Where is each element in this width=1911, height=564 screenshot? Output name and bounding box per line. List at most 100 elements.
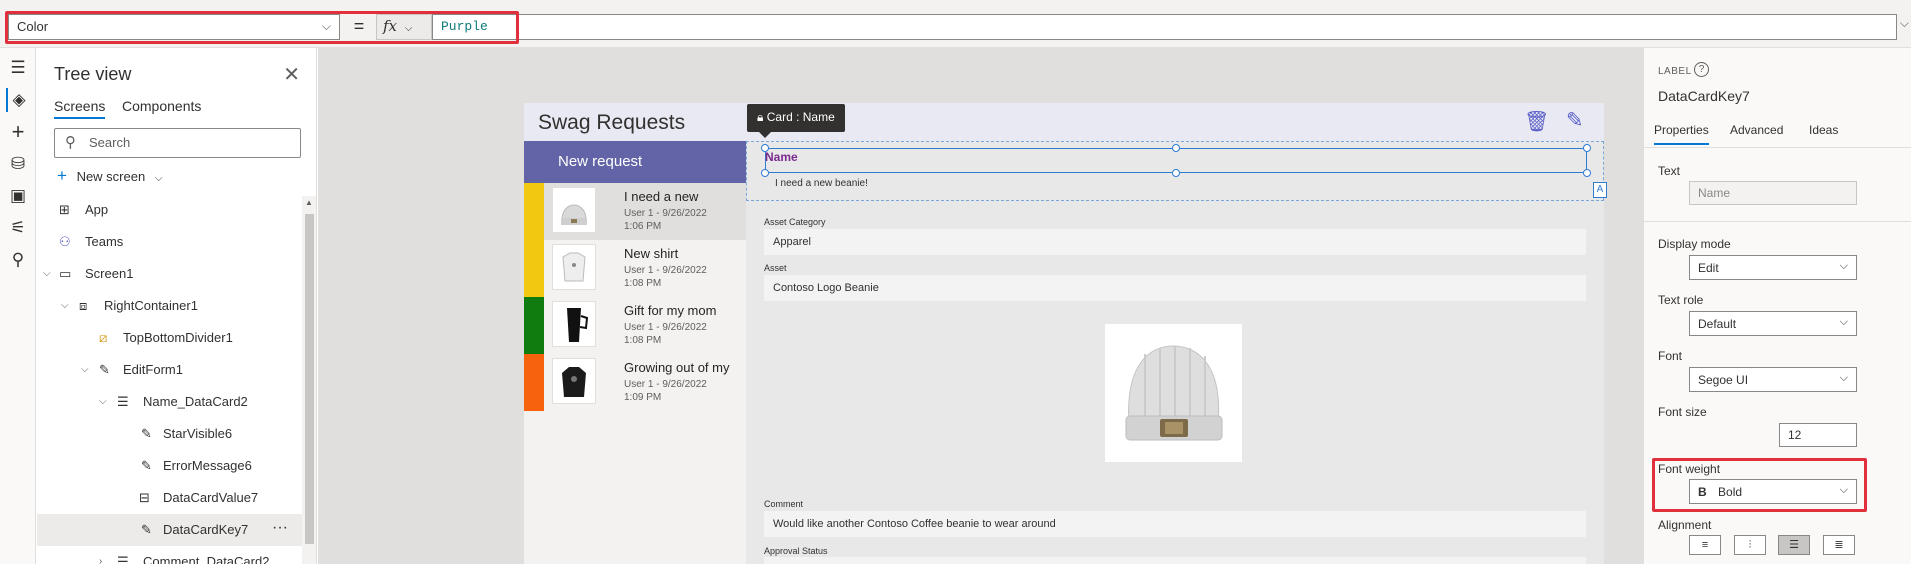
expand-formula-icon[interactable]: ⌵ [1900, 16, 1909, 31]
request-title: New shirt [624, 246, 679, 261]
display-mode-dropdown[interactable]: Edit ⌵ [1689, 255, 1857, 280]
formula-input[interactable]: Purple [432, 14, 1897, 40]
resize-handle[interactable] [1172, 169, 1180, 177]
plus-icon: + [57, 166, 67, 185]
teams-icon: ⚇ [59, 234, 71, 249]
search-icon[interactable]: ⚲ [6, 248, 30, 272]
tab-components[interactable]: Components [122, 98, 201, 114]
tree-item-label: DataCardValue7 [163, 490, 259, 505]
close-icon[interactable]: ✕ [283, 62, 300, 87]
name-value: I need a new beanie! [775, 178, 868, 189]
list-item[interactable]: Growing out of my User 1 - 9/26/2022 1:09… [524, 354, 746, 411]
label-icon: ✎ [141, 458, 152, 473]
text-input[interactable]: Name [1689, 181, 1857, 205]
tree-item-app[interactable]: ⊞ App [37, 194, 302, 226]
resize-handle[interactable] [1172, 144, 1180, 152]
chevron-down-icon[interactable]: ⌵ [43, 258, 51, 290]
insert-icon[interactable]: + [6, 120, 30, 144]
control-name[interactable]: DataCardKey7 [1658, 88, 1750, 104]
chevron-right-icon[interactable]: › [99, 546, 102, 564]
tree-item-editform1[interactable]: ⌵ ✎ EditForm1 [37, 354, 302, 386]
name-label[interactable]: Name [765, 150, 798, 164]
new-screen-button[interactable]: + New screen ⌵ [57, 166, 162, 186]
scroll-up-icon[interactable]: ▲ [305, 198, 313, 207]
app-title: Swag Requests [538, 111, 686, 134]
tree-item-datacardkey7[interactable]: ✎ DataCardKey7 ··· [37, 514, 302, 546]
tree-item-errormessage6[interactable]: ✎ ErrorMessage6 [37, 450, 302, 482]
layers-icon[interactable]: ◈ [6, 88, 30, 112]
align-justify-icon[interactable]: ☰ [1778, 535, 1810, 555]
asset-field[interactable]: Contoso Logo Beanie [764, 275, 1586, 301]
tree-item-teams[interactable]: ⚇ Teams [37, 226, 302, 258]
resize-handle[interactable] [761, 144, 769, 152]
approval-status-field[interactable] [764, 557, 1586, 564]
tree-item-name-datacard2[interactable]: ⌵ ☰ Name_DataCard2 [37, 386, 302, 418]
data-icon[interactable]: ⛁ [6, 152, 30, 176]
label-icon: ✎ [141, 522, 152, 537]
edit-icon[interactable]: ✎ [1566, 108, 1584, 133]
tree-item-label: TopBottomDivider1 [123, 330, 233, 345]
divider-icon: ⧄ [99, 330, 108, 345]
advanced-tools-icon[interactable]: ⚟ [6, 216, 30, 240]
chevron-down-icon[interactable]: ⌵ [81, 354, 89, 386]
chevron-down-icon[interactable]: ⌵ [99, 386, 107, 418]
trash-icon[interactable]: 🗑 [1524, 109, 1549, 134]
tree-scrollbar[interactable]: ▲ [302, 196, 316, 564]
font-size-input[interactable]: 12 [1779, 423, 1857, 447]
hoodie-thumbnail [552, 358, 596, 404]
text-role-value: Default [1698, 317, 1737, 331]
scroll-thumb[interactable] [305, 214, 314, 544]
app-icon: ⊞ [59, 202, 70, 217]
tree-item-screen1[interactable]: ⌵ ▭ Screen1 [37, 258, 302, 290]
edit-form: 🔒︎ Card : Name Name I need a new beanie!… [746, 104, 1607, 564]
list-item[interactable]: I need a new User 1 - 9/26/2022 1:06 PM [524, 183, 746, 240]
asset-category-field[interactable]: Apparel [764, 229, 1586, 255]
font-dropdown[interactable]: Segoe UI ⌵ [1689, 367, 1857, 392]
asset-label: Asset [764, 263, 787, 273]
display-mode-value: Edit [1698, 261, 1719, 275]
align-left-icon[interactable]: ⫶ [1734, 535, 1766, 555]
tree-item-topbottomdivider1[interactable]: ⧄ TopBottomDivider1 [37, 322, 302, 354]
panel-title: Tree view [54, 64, 132, 84]
menu-icon[interactable]: ☰ [6, 56, 30, 80]
request-meta: User 1 - 9/26/2022 1:06 PM [624, 208, 707, 232]
tree-item-datacardvalue7[interactable]: ⊟ DataCardValue7 [37, 482, 302, 514]
name-datacard[interactable]: 🔒︎ Card : Name Name I need a new beanie!… [746, 104, 1607, 201]
resize-handle[interactable] [1583, 169, 1591, 177]
status-bar [524, 354, 544, 411]
text-role-dropdown[interactable]: Default ⌵ [1689, 311, 1857, 336]
tab-screens[interactable]: Screens [54, 98, 106, 119]
display-mode-label: Display mode [1658, 237, 1731, 251]
tree-item-label: ErrorMessage6 [163, 458, 252, 473]
textinput-icon: ⊟ [139, 490, 150, 505]
tree-view-panel: Tree view ✕ Screens Components ⚲ Search … [37, 48, 317, 564]
list-item[interactable]: New shirt User 1 - 9/26/2022 1:08 PM [524, 240, 746, 297]
chevron-down-icon: ⌵ [1839, 260, 1848, 272]
request-meta: User 1 - 9/26/2022 1:08 PM [624, 265, 707, 289]
tree-item-rightcontainer1[interactable]: ⌵ ⧈ RightContainer1 [37, 290, 302, 322]
power-apps-studio: Color ⌵ = fx ⌵ Purple ⌵ ☰ ◈ + ⛁ ▣ ⚟ ⚲ Tr… [0, 0, 1911, 564]
list-item[interactable]: Gift for my mom User 1 - 9/26/2022 1:08 P… [524, 297, 746, 354]
comment-field[interactable]: Would like another Contoso Coffee beanie… [764, 511, 1586, 537]
more-options-icon[interactable]: ··· [272, 512, 288, 544]
search-input[interactable]: ⚲ Search [54, 128, 301, 158]
chevron-down-icon[interactable]: ⌵ [61, 290, 69, 322]
media-icon[interactable]: ▣ [6, 184, 30, 208]
comment-label: Comment [764, 499, 804, 509]
app-header: Swag Requests 🗑 ✎ [524, 103, 1604, 141]
tree-item-label: Screen1 [85, 266, 134, 281]
tab-ideas[interactable]: Ideas [1809, 123, 1838, 137]
tree-item-comment-datacard2[interactable]: › ☰ Comment_DataCard2 [37, 546, 302, 564]
help-icon[interactable]: ? [1694, 62, 1709, 77]
resize-handle[interactable] [761, 169, 769, 177]
tab-properties[interactable]: Properties [1654, 123, 1709, 145]
tree-item-label: RightContainer1 [104, 298, 198, 313]
tree-item-starvisible6[interactable]: ✎ StarVisible6 [37, 418, 302, 450]
app-preview: Swag Requests 🗑 ✎ New request I need a n… [524, 103, 1607, 564]
chevron-down-icon: ⌵ [154, 173, 163, 184]
align-right-icon[interactable]: ≣ [1823, 535, 1855, 555]
align-center-icon[interactable]: ≡ [1689, 535, 1721, 555]
new-request-button[interactable]: New request [524, 141, 746, 183]
resize-handle[interactable] [1583, 144, 1591, 152]
tab-advanced[interactable]: Advanced [1730, 123, 1783, 137]
